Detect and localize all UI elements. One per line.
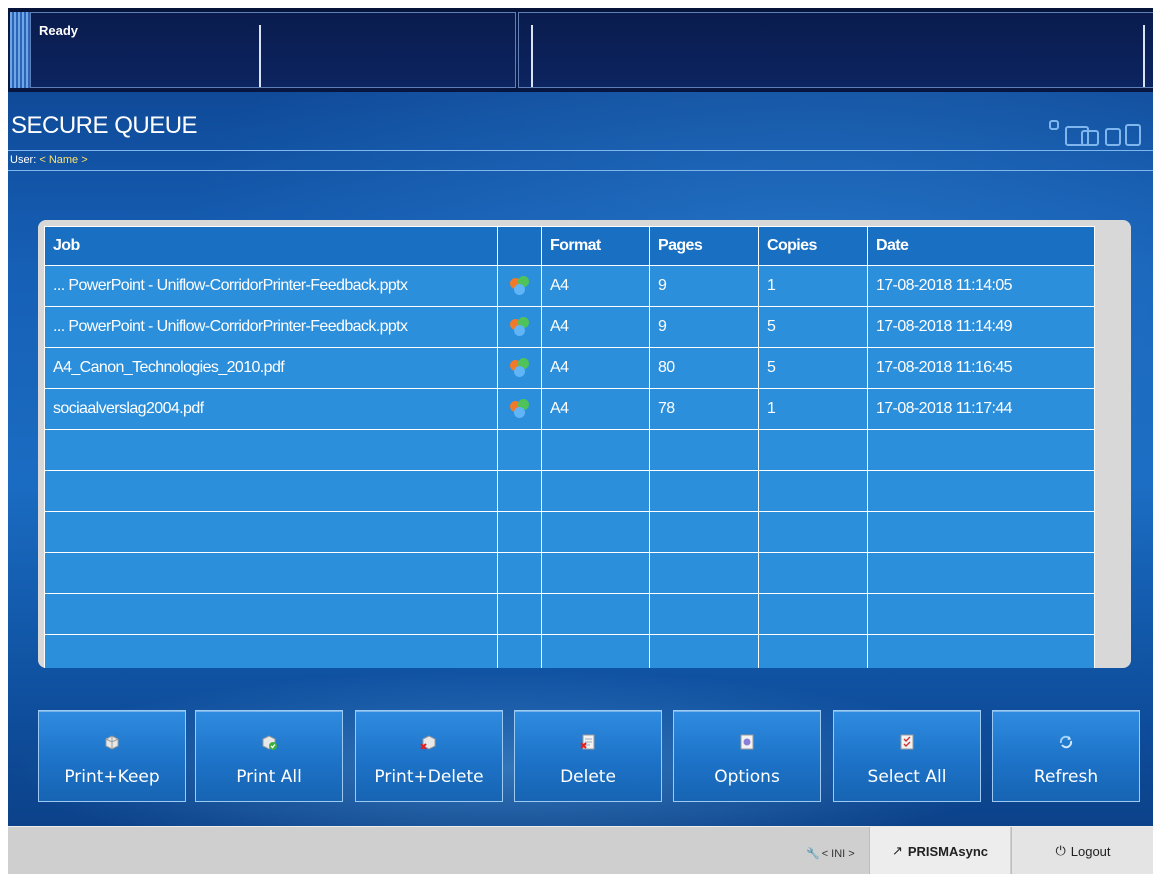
delete-button[interactable]: Delete [514,710,662,802]
bottom-bar: 🔧 < INI > ↗ PRISMAsync ⏻ Logout [8,826,1153,874]
options-icon [740,734,754,750]
empty-row [44,552,1095,594]
empty-row [44,634,1095,668]
user-divider [8,170,1153,171]
status-bar: Ready [8,8,1153,92]
empty-row [44,593,1095,635]
status-panel-left: Ready [30,12,516,88]
job-type-cell[interactable] [497,388,542,430]
refresh-label: Refresh [1033,767,1099,787]
print-delete-label: Print+Delete [374,767,484,787]
job-name[interactable]: ... PowerPoint - Uniflow-CorridorPrinter… [44,306,498,348]
job-table-panel: Job Format Pages Copies Date ... PowerPo… [38,220,1131,668]
color-print-icon [509,317,530,337]
prismasync-label: PRISMAsync [907,843,989,859]
print-all-button[interactable]: Print All [195,710,343,802]
wrench-icon: 🔧 [806,848,820,860]
job-copies[interactable]: 5 [758,347,868,389]
power-icon: ⏻ [1055,843,1066,858]
ini-indicator[interactable]: 🔧 < INI > [806,847,855,860]
prismasync-button[interactable]: ↗ PRISMAsync [869,827,1010,874]
job-copies[interactable]: 1 [758,265,868,307]
status-divider-right [1143,25,1145,87]
column-header-format[interactable]: Format [541,226,650,266]
user-label: User: [10,154,37,166]
job-pages[interactable]: 78 [649,388,759,430]
status-text: Ready [39,23,79,38]
external-link-icon: ↗ [891,843,903,858]
column-header-job[interactable]: Job [44,226,498,266]
color-print-icon [509,276,530,296]
job-copies[interactable]: 5 [758,306,868,348]
table-row[interactable]: ... PowerPoint - Uniflow-CorridorPrinter… [44,265,1095,307]
job-type-cell[interactable] [497,347,542,389]
status-divider [259,25,261,87]
small-square-icon [1049,120,1059,130]
select-all-label: Select All [867,767,947,787]
print-all-label: Print All [236,767,302,787]
job-name[interactable]: ... PowerPoint - Uniflow-CorridorPrinter… [44,265,498,307]
page-title: SECURE QUEUE [11,112,198,139]
job-date[interactable]: 17-08-2018 11:14:49 [867,306,1095,348]
column-header-date[interactable]: Date [867,226,1095,266]
options-button[interactable]: Options [673,710,821,802]
job-format[interactable]: A4 [541,306,650,348]
job-format[interactable]: A4 [541,388,650,430]
window-icons [1043,116,1153,146]
delete-label: Delete [560,767,616,787]
empty-row [44,470,1095,512]
color-print-icon [509,399,530,419]
ini-label: < INI > [821,848,855,860]
job-pages[interactable]: 9 [649,306,759,348]
job-date[interactable]: 17-08-2018 11:14:05 [867,265,1095,307]
title-divider [8,150,1153,151]
print-keep-label: Print+Keep [64,767,160,787]
select-all-icon [900,734,914,750]
column-header-icon[interactable] [497,226,542,266]
logout-button[interactable]: ⏻ Logout [1011,827,1153,874]
job-type-cell[interactable] [497,265,542,307]
window-edge-icon [1125,124,1141,146]
column-header-copies[interactable]: Copies [758,226,868,266]
job-pages[interactable]: 9 [649,265,759,307]
status-strip [10,12,30,88]
job-name[interactable]: A4_Canon_Technologies_2010.pdf [44,347,498,389]
empty-row [44,429,1095,471]
print-delete-icon [420,735,436,750]
table-row[interactable]: sociaalverslag2004.pdf A4 78 1 17-08-201… [44,388,1095,430]
job-date[interactable]: 17-08-2018 11:17:44 [867,388,1095,430]
job-date[interactable]: 17-08-2018 11:16:45 [867,347,1095,389]
color-print-icon [509,358,530,378]
secure-queue-screen: Ready SECURE QUEUE User: < Name > Job Fo… [8,8,1153,874]
window-small-icon [1105,128,1121,146]
logout-label: Logout [1070,843,1111,859]
job-pages[interactable]: 80 [649,347,759,389]
user-name: < Name > [39,154,88,166]
print-keep-icon [105,735,119,750]
select-all-button[interactable]: Select All [833,710,981,802]
status-panel-right [518,12,1153,88]
user-info: User: < Name > [10,154,88,166]
table-row[interactable]: ... PowerPoint - Uniflow-CorridorPrinter… [44,306,1095,348]
job-copies[interactable]: 1 [758,388,868,430]
print-all-icon [262,735,277,750]
print-keep-button[interactable]: Print+Keep [38,710,186,802]
print-delete-button[interactable]: Print+Delete [355,710,503,802]
window-overlap-icon [1081,130,1099,146]
empty-row [44,511,1095,553]
refresh-button[interactable]: Refresh [992,710,1140,802]
options-label: Options [714,767,780,787]
table-header-row: Job Format Pages Copies Date [44,226,1095,266]
status-divider-left [531,25,533,87]
table-row[interactable]: A4_Canon_Technologies_2010.pdf A4 80 5 1… [44,347,1095,389]
job-format[interactable]: A4 [541,347,650,389]
job-table: Job Format Pages Copies Date ... PowerPo… [44,226,1095,668]
job-format[interactable]: A4 [541,265,650,307]
refresh-icon [1059,735,1073,749]
job-name[interactable]: sociaalverslag2004.pdf [44,388,498,430]
delete-icon [580,734,595,750]
job-type-cell[interactable] [497,306,542,348]
column-header-pages[interactable]: Pages [649,226,759,266]
